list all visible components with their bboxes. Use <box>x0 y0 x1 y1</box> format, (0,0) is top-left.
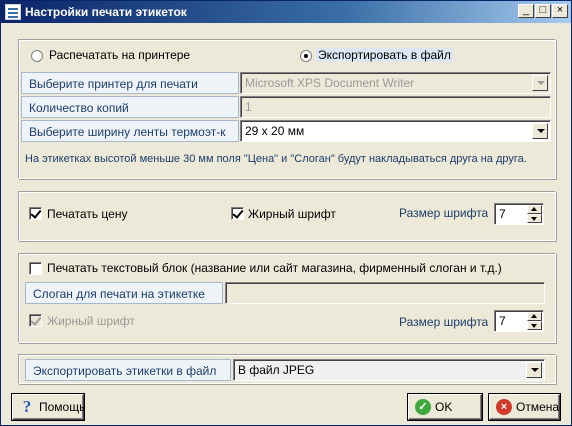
cancel-icon: × <box>496 399 512 415</box>
spin-down-icon[interactable] <box>527 214 542 223</box>
print-to-printer-radio[interactable] <box>31 50 43 62</box>
text-block-panel: Печатать текстовый блок (название или са… <box>18 253 556 343</box>
copies-label: Количество копий <box>21 96 239 118</box>
print-text-block-label[interactable]: Печатать текстовый блок (название или са… <box>47 261 502 275</box>
maximize-button[interactable]: □ <box>535 4 551 18</box>
print-text-block-checkbox[interactable] <box>29 262 42 275</box>
minimize-button[interactable]: _ <box>518 4 534 18</box>
printer-select: Microsoft XPS Document Writer <box>240 72 551 94</box>
print-price-label[interactable]: Печатать цену <box>47 207 127 221</box>
print-settings-window: Настройки печати этикеток _ □ × Распечат… <box>0 0 572 426</box>
spin-up-icon[interactable] <box>527 312 542 321</box>
tape-dropdown-arrow-icon[interactable] <box>532 123 548 139</box>
tape-width-label: Выберите ширину ленты термоэт-к <box>21 120 239 142</box>
tape-width-select[interactable]: 29 x 20 мм <box>240 120 551 142</box>
slogan-font-size-label: Размер шрифта <box>399 315 489 329</box>
ok-button-label: OK <box>435 400 453 414</box>
tape-width-value: 29 x 20 мм <box>245 124 305 138</box>
price-font-size-spinner[interactable]: 7 <box>494 203 544 225</box>
export-format-label: Экспортировать этикетки в файл <box>25 359 231 381</box>
overlap-note: На этикетках высотой меньше 30 мм поля "… <box>25 153 527 165</box>
slogan-input <box>225 282 545 304</box>
price-bold-label[interactable]: Жирный шрифт <box>248 207 336 221</box>
export-format-select[interactable]: В файл JPEG <box>233 359 545 381</box>
printer-select-value: Microsoft XPS Document Writer <box>245 76 415 90</box>
ok-button[interactable]: ✓ OK <box>408 394 482 420</box>
help-button[interactable]: ? Помощь <box>12 394 86 420</box>
slogan-font-size-value: 7 <box>499 314 506 328</box>
slogan-font-size-spinner[interactable]: 7 <box>494 310 544 332</box>
price-bold-checkbox[interactable] <box>231 207 244 220</box>
print-to-printer-label[interactable]: Распечатать на принтере <box>49 48 190 62</box>
cancel-button[interactable]: × Отмена <box>489 394 560 420</box>
export-to-file-label[interactable]: Экспортировать в файл <box>316 48 453 62</box>
slogan-bold-checkbox <box>29 314 42 327</box>
export-panel: Экспортировать этикетки в файл В файл JP… <box>18 354 556 384</box>
spin-down-icon[interactable] <box>527 321 542 330</box>
price-font-size-value: 7 <box>499 207 506 221</box>
export-to-file-radio[interactable] <box>300 50 312 62</box>
slogan-bold-label: Жирный шрифт <box>47 314 135 328</box>
export-dropdown-arrow-icon[interactable] <box>526 362 542 378</box>
price-font-size-label: Размер шрифта <box>399 206 489 220</box>
spin-up-icon[interactable] <box>527 205 542 214</box>
window-title: Настройки печати этикеток <box>25 5 187 19</box>
printer-select-label: Выберите принтер для печати <box>21 72 239 94</box>
checkmark-icon: ✓ <box>415 399 431 415</box>
printer-dropdown-arrow-icon <box>532 75 548 91</box>
title-bar: Настройки печати этикеток _ □ × <box>1 1 571 23</box>
print-price-checkbox[interactable] <box>29 207 42 220</box>
question-icon: ? <box>22 397 32 416</box>
export-format-value: В файл JPEG <box>238 363 315 377</box>
cancel-button-label: Отмена <box>516 400 560 414</box>
app-icon <box>5 4 21 20</box>
copies-input: 1 <box>240 96 551 118</box>
close-button[interactable]: × <box>552 4 568 18</box>
price-panel: Печатать цену Жирный шрифт Размер шрифта… <box>18 191 556 241</box>
printer-settings-panel: Распечатать на принтере Экспортировать в… <box>18 39 556 179</box>
help-button-label: Помощь <box>39 400 86 414</box>
slogan-label: Слоган для печати на этикетке <box>25 282 223 304</box>
